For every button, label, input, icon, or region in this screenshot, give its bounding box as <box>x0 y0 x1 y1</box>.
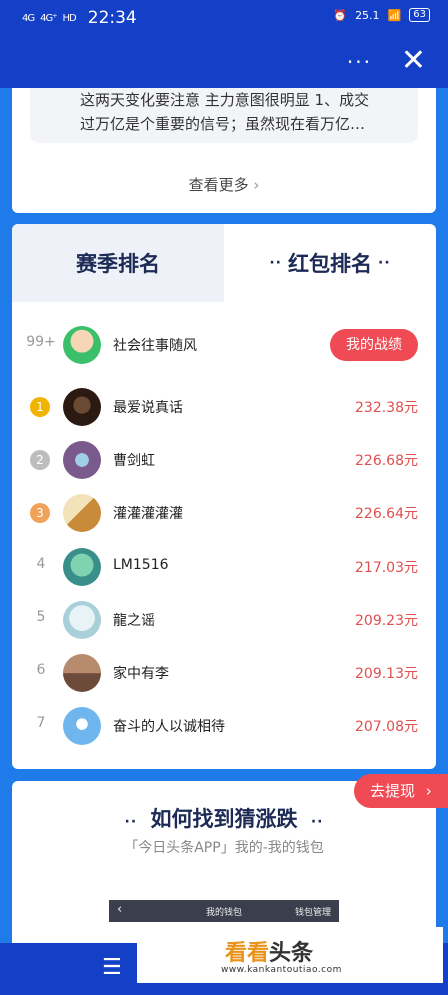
my-record-button[interactable]: 我的战绩 <box>330 329 418 361</box>
alarm-icon: ⏰ <box>333 8 348 22</box>
how-to-subtitle: 「今日头条APP」我的-我的钱包 <box>124 840 324 856</box>
how-to-title-text: 如何找到猜涨跌 <box>150 807 298 831</box>
amount: 226.64元 <box>355 506 418 522</box>
amount: 226.68元 <box>355 453 418 469</box>
user-name[interactable]: 社会往事随风 <box>113 335 197 355</box>
decor-dots: ·· <box>310 814 324 830</box>
wallet-manage: 钱包管理 <box>294 908 331 918</box>
silver-medal-icon: 2 <box>30 450 50 470</box>
wallet-screenshot: ‹ 我的钱包 钱包管理 <box>109 900 339 922</box>
user-name[interactable]: LM1516 <box>113 557 169 573</box>
view-more-label: 查看更多 <box>188 176 249 194</box>
watermark-logo: 看看头条 <box>225 935 313 967</box>
avatar[interactable] <box>63 548 101 586</box>
avatar[interactable] <box>63 326 101 364</box>
table-row: 2 曹剑虹 226.68元 <box>12 435 436 485</box>
rank-number: 4 <box>36 556 46 572</box>
user-name[interactable]: 龍之谣 <box>113 610 155 630</box>
withdraw-button[interactable]: 去提现 › <box>354 774 448 808</box>
signal-icon: 4G <box>22 12 35 24</box>
status-bar: 4G 4G⁺ HD 22:34 ⏰ 25.1 📶 63 <box>0 0 448 36</box>
avatar[interactable] <box>63 654 101 692</box>
close-icon[interactable]: ✕ <box>401 46 426 76</box>
watermark-logo-part2: 头条 <box>269 941 314 966</box>
tab-label: 赛季排名 <box>76 252 160 276</box>
table-row: 1 最爱说真话 232.38元 <box>12 382 436 432</box>
menu-icon[interactable]: ☰ <box>102 957 122 979</box>
table-row: 4 LM1516 217.03元 <box>12 542 436 592</box>
gold-medal-icon: 1 <box>30 397 50 417</box>
watermark-url: www.kankantoutiao.com <box>221 965 342 975</box>
rank-number: 6 <box>36 662 46 678</box>
avatar[interactable] <box>63 601 101 639</box>
decor-dots: ·· <box>378 255 391 271</box>
article-excerpt[interactable]: 这两天变化要注意 主力意图很明显 1、成交 过万亿是个重要的信号；虽然现在看万亿… <box>30 88 418 143</box>
table-row: 5 龍之谣 209.23元 <box>12 595 436 645</box>
more-icon[interactable]: ··· <box>347 50 372 74</box>
excerpt-line: 这两天变化要注意 主力意图很明显 1、成交 <box>80 91 370 109</box>
amount: 209.13元 <box>355 666 418 682</box>
battery-icon: 63 <box>409 8 430 22</box>
rank-number: 99+ <box>26 334 56 350</box>
tab-label: 红包排名 <box>288 252 372 276</box>
avatar[interactable] <box>63 441 101 479</box>
table-row: 3 灌灌灌灌灌 226.64元 <box>12 488 436 538</box>
article-card: 这两天变化要注意 主力意图很明显 1、成交 过万亿是个重要的信号；虽然现在看万亿… <box>12 88 436 213</box>
ranking-card: 赛季排名 ·· 红包排名 ·· 99+ 社会往事随风 我的战绩 1 最爱说真话 … <box>12 224 436 769</box>
amount: 232.38元 <box>355 400 418 416</box>
user-name[interactable]: 最爱说真话 <box>113 397 183 417</box>
nav-bar: ··· ✕ <box>0 36 448 88</box>
table-row: 6 家中有李 209.13元 <box>12 648 436 698</box>
excerpt-line: 过万亿是个重要的信号；虽然现在看万亿… <box>80 115 366 133</box>
user-name[interactable]: 灌灌灌灌灌 <box>113 503 183 523</box>
table-row: 7 奋斗的人以诚相待 207.08元 <box>12 701 436 751</box>
avatar[interactable] <box>63 494 101 532</box>
withdraw-label: 去提现 <box>370 782 416 800</box>
wifi-icon: 📶 <box>387 8 402 22</box>
avatar[interactable] <box>63 707 101 745</box>
watermark: 看看头条 www.kankantoutiao.com <box>137 927 443 983</box>
clock: 22:34 <box>87 8 137 28</box>
user-name[interactable]: 奋斗的人以诚相待 <box>113 716 225 736</box>
bronze-medal-icon: 3 <box>30 503 50 523</box>
decor-dots: ·· <box>124 814 138 830</box>
chevron-right-icon: › <box>253 176 260 194</box>
tab-season-ranking[interactable]: 赛季排名 <box>12 224 224 302</box>
view-more-link[interactable]: 查看更多 › <box>12 174 436 195</box>
rank-number: 7 <box>36 715 46 731</box>
rank-number: 5 <box>36 609 46 625</box>
avatar[interactable] <box>63 388 101 426</box>
tab-redpacket-ranking[interactable]: ·· 红包排名 ·· <box>224 224 436 302</box>
signal-icon-2: 4G⁺ <box>40 12 57 24</box>
amount: 217.03元 <box>355 560 418 576</box>
my-rank-row: 99+ 社会往事随风 我的战绩 <box>12 320 436 370</box>
watermark-logo-part1: 看看 <box>225 941 270 966</box>
network-speed: 25.1 <box>355 8 380 22</box>
amount: 207.08元 <box>355 719 418 735</box>
user-name[interactable]: 曹剑虹 <box>113 450 155 470</box>
chevron-right-icon: › <box>425 782 432 800</box>
hd-icon: HD <box>62 12 77 24</box>
user-name[interactable]: 家中有李 <box>113 663 169 683</box>
amount: 209.23元 <box>355 613 418 629</box>
decor-dots: ·· <box>269 255 282 271</box>
